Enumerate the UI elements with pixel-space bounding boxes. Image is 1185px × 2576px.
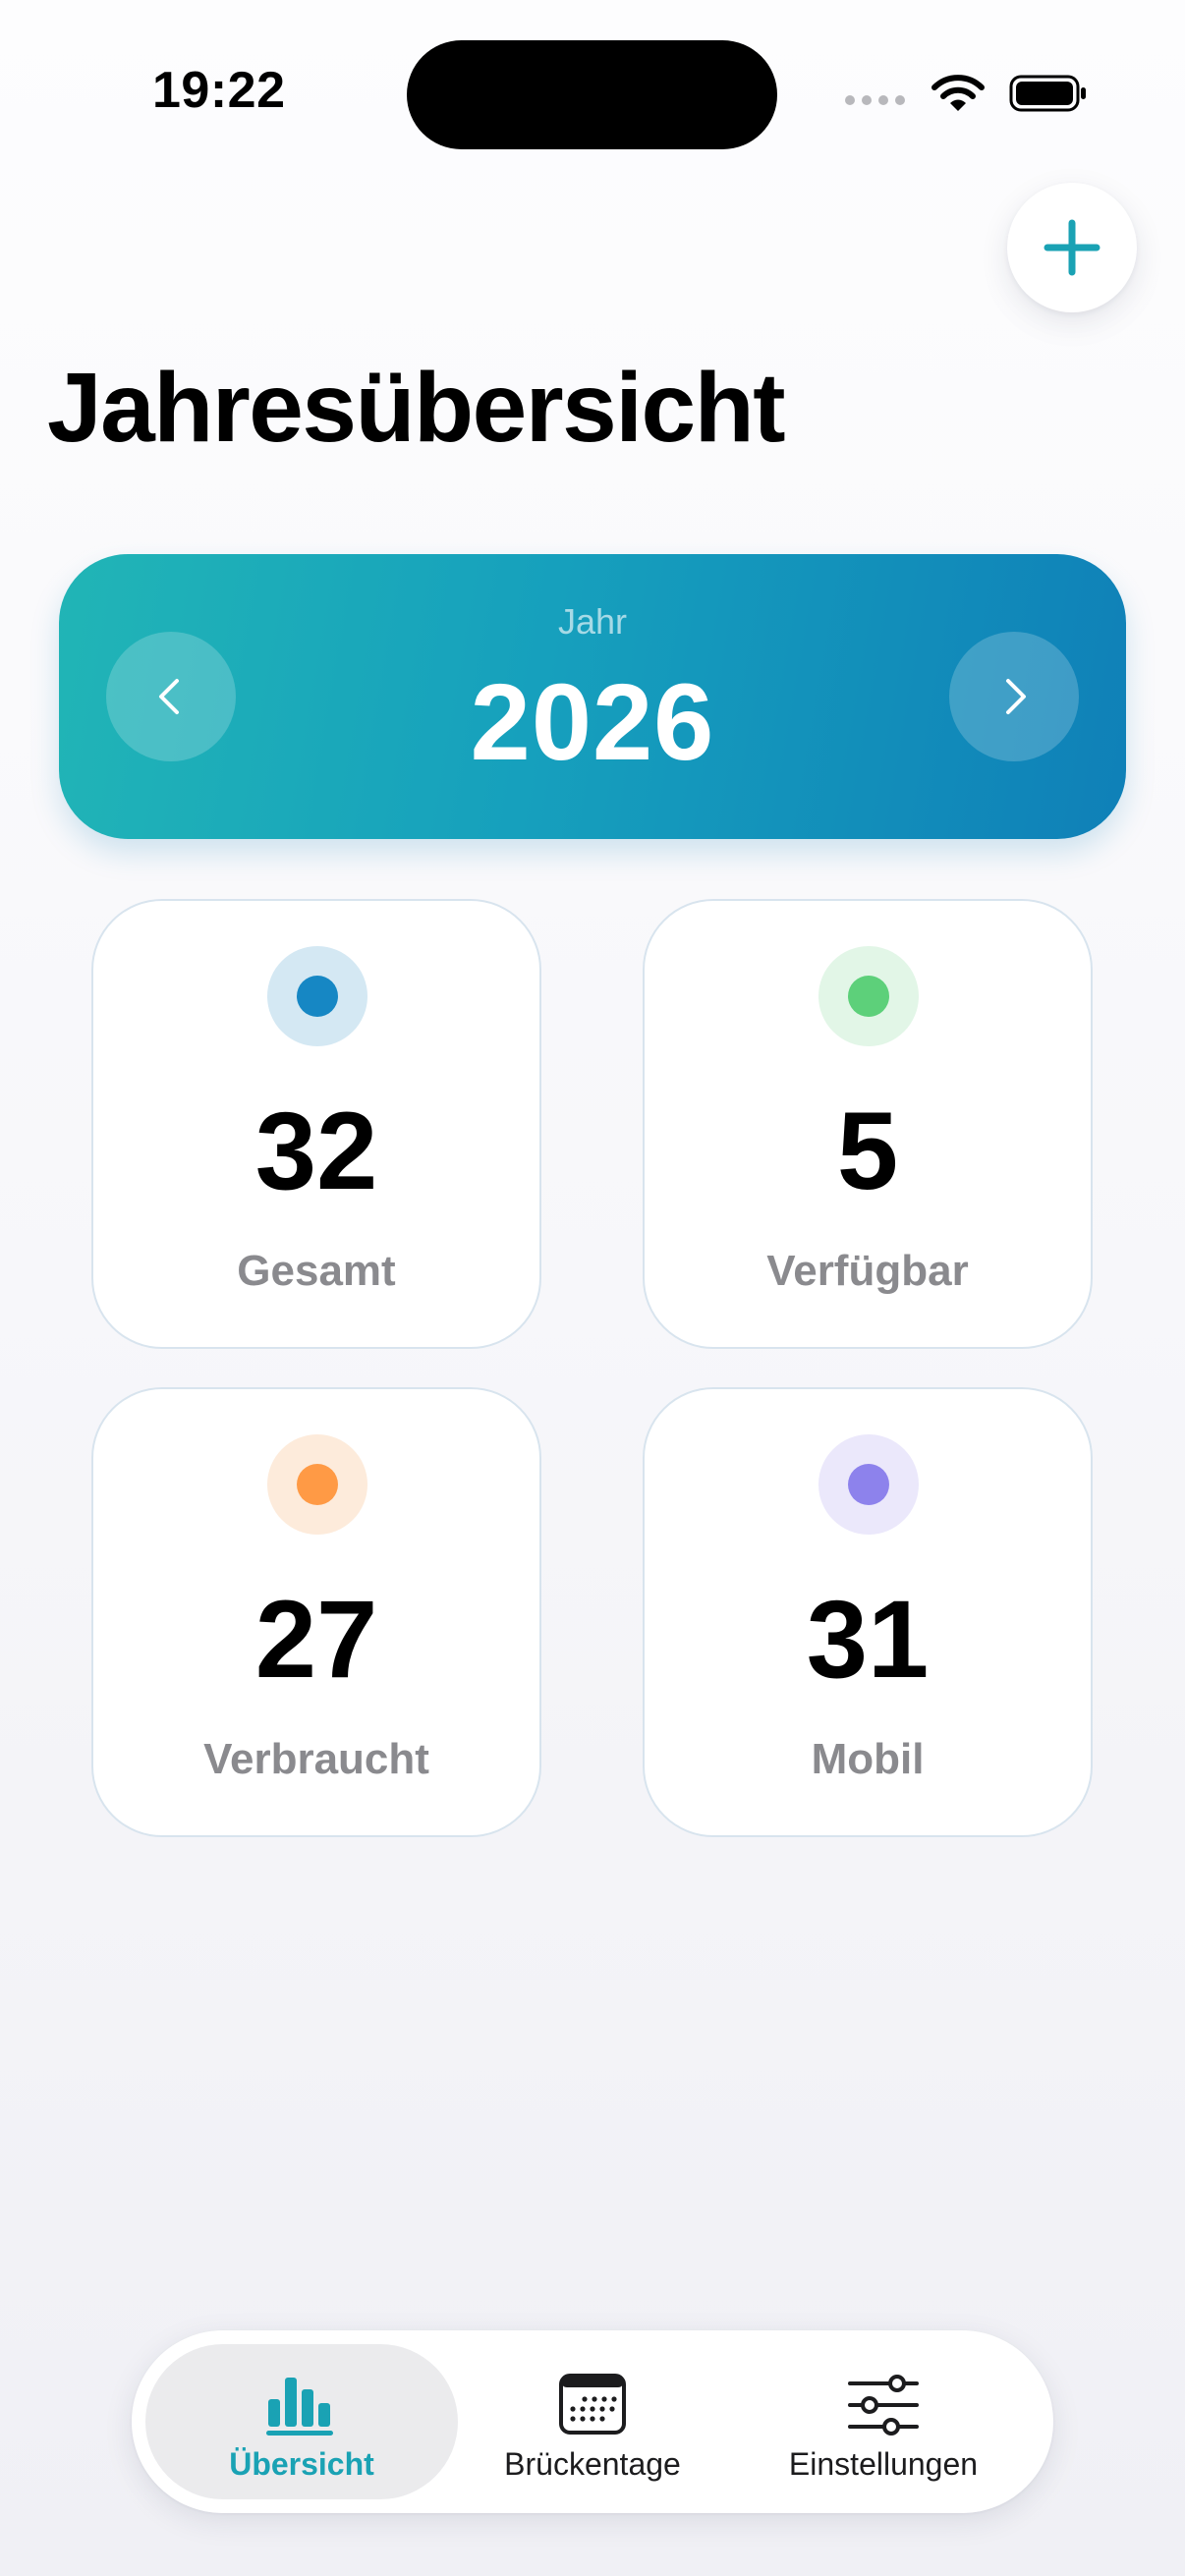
tab-bar: Übersicht Brückentage Einstellungen xyxy=(132,2330,1053,2513)
stat-label: Verbraucht xyxy=(203,1735,429,1783)
stat-card-verbraucht: 27 Verbraucht xyxy=(91,1387,541,1837)
wifi-icon xyxy=(931,75,985,111)
signal-dots-icon xyxy=(845,95,905,105)
stat-card-gesamt: 32 Gesamt xyxy=(91,899,541,1349)
chevron-right-icon xyxy=(1006,679,1026,714)
year-label: Jahr xyxy=(557,601,628,642)
tab-brueckentage[interactable]: Brückentage xyxy=(458,2344,727,2499)
dot-icon xyxy=(848,976,889,1017)
stat-card-mobil: 31 Mobil xyxy=(643,1387,1093,1837)
tab-uebersicht[interactable]: Übersicht xyxy=(145,2344,458,2499)
status-time: 19:22 xyxy=(152,62,286,119)
stat-indicator xyxy=(818,1434,919,1535)
stat-card-verfuegbar: 5 Verfügbar xyxy=(643,899,1093,1349)
status-icons xyxy=(845,69,1088,118)
stat-indicator xyxy=(267,1434,367,1535)
battery-icon xyxy=(1009,75,1086,112)
year-selector-card: Jahr 2026 xyxy=(59,554,1126,839)
tab-einstellungen[interactable]: Einstellungen xyxy=(727,2344,1040,2499)
stat-value: 31 xyxy=(806,1578,930,1701)
dot-icon xyxy=(297,976,338,1017)
stat-value: 32 xyxy=(254,1090,378,1212)
tab-label: Einstellungen xyxy=(788,2446,979,2482)
stat-value: 27 xyxy=(254,1578,378,1701)
stat-label: Mobil xyxy=(811,1735,925,1783)
sliders-icon xyxy=(848,2375,919,2436)
stat-indicator xyxy=(818,946,919,1046)
tab-label: Brückentage xyxy=(504,2446,681,2482)
dot-icon xyxy=(848,1464,889,1505)
page-title: Jahresübersicht xyxy=(47,353,786,463)
dynamic-island xyxy=(407,40,777,149)
tab-label: Übersicht xyxy=(229,2446,374,2482)
stat-indicator xyxy=(267,946,367,1046)
calendar-icon xyxy=(559,2374,626,2435)
stat-value: 5 xyxy=(836,1090,899,1212)
next-year-button[interactable] xyxy=(949,632,1079,761)
plus-icon xyxy=(1044,219,1100,276)
bar-chart-icon xyxy=(266,2378,333,2436)
stat-label: Gesamt xyxy=(237,1247,396,1295)
stat-label: Verfügbar xyxy=(766,1247,969,1295)
add-button[interactable] xyxy=(1007,183,1137,312)
status-bar: 19:22 xyxy=(0,0,1185,187)
dot-icon xyxy=(297,1464,338,1505)
